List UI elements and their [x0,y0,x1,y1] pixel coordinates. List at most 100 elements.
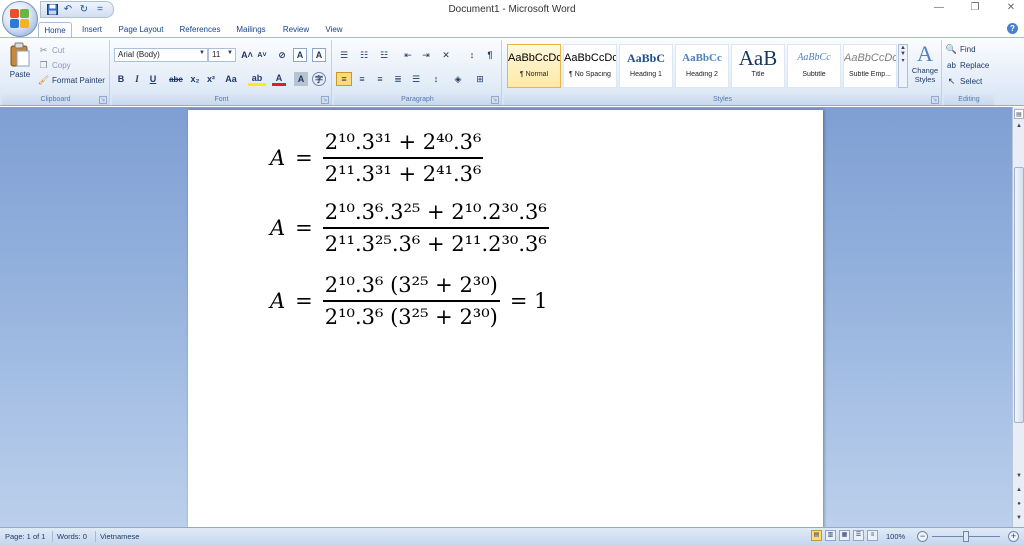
style-subtitle[interactable]: AaBbCc Subtitle [787,44,841,88]
scroll-up-icon[interactable]: ▲ [1014,121,1024,131]
enclose-characters-icon[interactable]: 字 [312,72,326,86]
sort-icon[interactable]: ↕ [464,48,480,62]
line-spacing-icon[interactable]: ↕ [428,72,444,86]
scroll-down-icon[interactable]: ▼ [1014,471,1024,481]
minimize-button[interactable]: — [932,2,946,13]
close-button[interactable]: ✕ [1004,2,1018,13]
character-border-icon[interactable]: A [293,48,307,62]
tab-page-layout[interactable]: Page Layout [114,22,168,38]
highlight-a-icon[interactable]: A [294,72,308,86]
align-left-icon[interactable]: ≡ [336,72,352,86]
equation-1[interactable]: A = 2¹⁰.3³¹ + 2⁴⁰.3⁶ 2¹¹.3³¹ + 2⁴¹.3⁶ [270,130,484,186]
italic-button[interactable]: I [130,72,144,86]
style-normal[interactable]: AaBbCcDc ¶ Normal [507,44,561,88]
tab-insert[interactable]: Insert [76,22,108,38]
multilevel-list-icon[interactable]: ☳ [376,48,392,62]
replace-button[interactable]: ab Replace [946,59,989,72]
previous-page-icon[interactable]: ▲ [1014,485,1024,495]
shrink-font-button[interactable]: A˅ [255,48,269,62]
vertical-scrollbar[interactable]: ▤ ▲ ▼ ▲ ● ▼ [1012,107,1024,527]
print-layout-icon[interactable]: ▤ [811,530,822,541]
paste-button[interactable]: Paste [6,42,34,86]
borders-icon[interactable]: ⊞ [472,72,488,86]
clipboard-launcher-icon[interactable]: ↘ [99,96,107,104]
cut-button[interactable]: ✂ Cut [38,44,65,57]
align-right-icon[interactable]: ≡ [372,72,388,86]
justify-icon[interactable]: ≣ [390,72,406,86]
font-size-combo[interactable]: 11 ▼ [208,48,236,62]
decrease-indent-icon[interactable]: ⇤ [400,48,416,62]
paragraph-launcher-icon[interactable]: ↘ [491,96,499,104]
strikethrough-button[interactable]: abe [166,72,186,86]
equation-lhs: A [270,145,286,170]
bullets-icon[interactable]: ☰ [336,48,352,62]
tab-home[interactable]: Home [38,22,72,38]
font-color-button[interactable]: A [272,72,286,86]
change-styles-button[interactable]: A Change Styles [909,42,941,92]
help-icon[interactable]: ? [1007,23,1018,34]
asian-layout-icon[interactable]: ✕ [438,48,454,62]
word-count[interactable]: Words: 0 [57,532,87,541]
font-name-combo[interactable]: Arial (Body) ▼ [114,48,208,62]
shading-icon[interactable]: ◈ [450,72,466,86]
window-title: Document1 - Microsoft Word [448,4,576,15]
style-heading-2[interactable]: AaBbCc Heading 2 [675,44,729,88]
styles-launcher-icon[interactable]: ↘ [931,96,939,104]
next-page-icon[interactable]: ▼ [1014,513,1024,523]
tab-mailings[interactable]: Mailings [232,22,270,38]
character-shading-icon[interactable]: A [312,48,326,62]
select-button[interactable]: ↖ Select [946,75,983,88]
style-no-spacing[interactable]: AaBbCcDc ¶ No Spacing [563,44,617,88]
align-center-icon[interactable]: ≡ [354,72,370,86]
zoom-slider-thumb[interactable] [963,531,969,542]
restore-button[interactable]: ❐ [968,2,982,13]
scroll-thumb[interactable] [1014,167,1024,423]
copy-button[interactable]: ❐ Copy [38,59,70,72]
zoom-level[interactable]: 100% [886,532,905,541]
superscript-button[interactable]: x² [204,72,218,86]
browse-object-icon[interactable]: ● [1014,499,1024,509]
clipboard-group: Paste ✂ Cut ❐ Copy 🖌 Format Painter Clip… [2,40,110,105]
tab-view[interactable]: View [320,22,348,38]
zoom-out-icon[interactable]: − [917,531,928,542]
style-sample: AaBbCc [797,52,831,63]
numbering-icon[interactable]: ☷ [356,48,372,62]
language-indicator[interactable]: Vietnamese [100,532,139,541]
styles-gallery-scroll[interactable]: ▲ ▼ ▾ [898,44,908,88]
increase-indent-icon[interactable]: ⇥ [418,48,434,62]
equation-3[interactable]: A = 2¹⁰.3⁶ (3²⁵ + 2³⁰) 2¹⁰.3⁶ (3²⁵ + 2³⁰)… [270,273,547,329]
document-page[interactable]: A = 2¹⁰.3³¹ + 2⁴⁰.3⁶ 2¹¹.3³¹ + 2⁴¹.3⁶ A = … [188,110,823,530]
find-button[interactable]: 🔍 Find [946,43,976,56]
office-button[interactable] [2,1,38,37]
editing-group: 🔍 Find ab Replace ↖ Select Editing [944,40,994,105]
underline-button[interactable]: U [146,72,160,86]
style-name: ¶ Normal [519,71,549,78]
bold-button[interactable]: B [114,72,128,86]
subscript-button[interactable]: x₂ [188,72,202,86]
show-marks-icon[interactable]: ¶ [482,48,498,62]
tab-references[interactable]: References [176,22,224,38]
style-sample: AaBbCc [682,52,722,64]
title-bar: ↶ ↻ = Document1 - Microsoft Word — ❐ ✕ [0,0,1024,20]
web-layout-icon[interactable]: ▦ [839,530,850,541]
page-count[interactable]: Page: 1 of 1 [5,532,45,541]
paste-label: Paste [9,70,31,79]
highlight-button[interactable]: ab [248,72,266,86]
style-subtle-emphasis[interactable]: AaBbCcDc Subtle Emp... [843,44,897,88]
font-launcher-icon[interactable]: ↘ [321,96,329,104]
grow-font-button[interactable]: A˄ [240,48,254,62]
equation-2[interactable]: A = 2¹⁰.3⁶.3²⁵ + 2¹⁰.2³⁰.3⁶ 2¹¹.3²⁵.3⁶ + … [270,200,549,256]
zoom-in-icon[interactable]: + [1008,531,1019,542]
style-title[interactable]: AaB Title [731,44,785,88]
equals-sign: = [295,145,313,170]
format-painter-button[interactable]: 🖌 Format Painter [38,74,105,87]
tab-review[interactable]: Review [279,22,313,38]
clear-formatting-icon[interactable]: ⊘ [275,48,289,62]
change-case-button[interactable]: Aa [222,72,240,86]
distributed-icon[interactable]: ☰ [408,72,424,86]
full-screen-reading-icon[interactable]: ▥ [825,530,836,541]
draft-view-icon[interactable]: ≡ [867,530,878,541]
outline-view-icon[interactable]: ☰ [853,530,864,541]
style-heading-1[interactable]: AaBbC Heading 1 [619,44,673,88]
ruler-toggle-icon[interactable]: ▤ [1014,109,1024,119]
